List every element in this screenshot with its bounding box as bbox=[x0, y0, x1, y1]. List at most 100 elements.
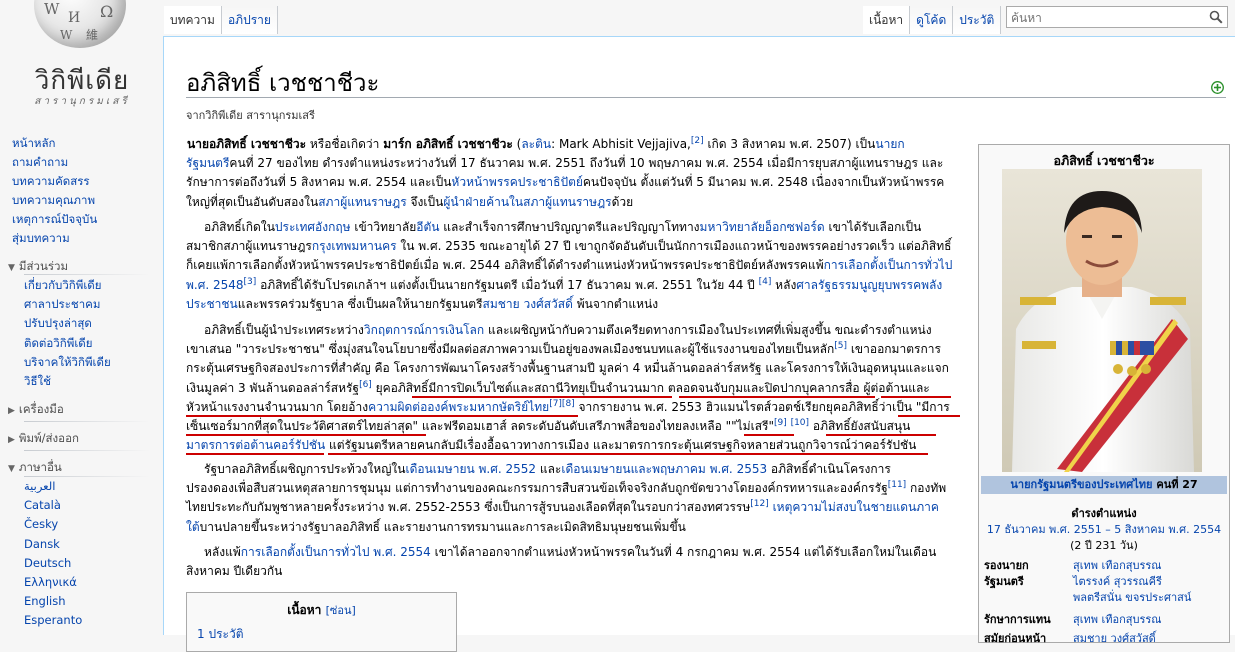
globe-glyph: W bbox=[60, 28, 73, 42]
annotation-underline bbox=[328, 453, 928, 456]
main-navigation: หน้าหลัก ถามคำถาม บทความคัดสรร บทความคุณ… bbox=[12, 134, 97, 248]
search-box bbox=[1006, 6, 1228, 28]
link-election-2548[interactable]: พ.ศ. 2548 bbox=[186, 278, 244, 292]
nav-random-article[interactable]: สุ่มบทความ bbox=[12, 229, 97, 248]
link-lese-majeste[interactable]: ความผิดต่อองค์พระมหากษัตริย์ไทย bbox=[368, 400, 549, 414]
chevron-right-icon: ▶ bbox=[8, 435, 15, 445]
chevron-down-icon: ▼ bbox=[8, 464, 15, 474]
deputy-link[interactable]: พลตรีสนั่น ขจรประศาสน์ bbox=[1073, 590, 1191, 606]
link-prime-minister[interactable]: นายก bbox=[875, 137, 904, 151]
text: อภิสิทธิ์ได้รับโปรดเกล้าฯ แต่งตั้งเป็นนา… bbox=[256, 277, 759, 292]
text: หัวหน้าแรงงานจำนวนมาก โดยอ้าง bbox=[186, 399, 369, 414]
nav-help[interactable]: วิธีใช้ bbox=[24, 372, 111, 391]
nav-contact[interactable]: ติดต่อวิกิพีเดีย bbox=[24, 334, 111, 353]
ref-6[interactable]: [6] bbox=[359, 380, 372, 390]
bold-birth-name: มาร์ก อภิสิทธิ์ เวชชาชีวะ bbox=[383, 137, 513, 151]
portal-languages-heading[interactable]: ▼ ภาษาอื่น bbox=[8, 459, 62, 477]
tab-talk[interactable]: อภิปราย bbox=[221, 6, 278, 34]
nav-main-page[interactable]: หน้าหลัก bbox=[12, 134, 97, 153]
link-somchai[interactable]: สมชาย วงศ์สวัสดิ์ bbox=[483, 297, 573, 311]
ref-12[interactable]: [12] bbox=[750, 499, 768, 509]
link-house[interactable]: สภาผู้แทนราษฎร bbox=[318, 195, 406, 209]
paragraph-election: หลังแพ้การเลือกตั้งเป็นการทั่วไป พ.ศ. 25… bbox=[186, 543, 964, 581]
portrait-illustration bbox=[1002, 169, 1202, 472]
portal-tools-label: เครื่องมือ bbox=[18, 402, 64, 416]
link-democrat-leader[interactable]: หัวหน้าพรรคประชาธิปัตย์ bbox=[451, 175, 582, 189]
text: : Mark Abhisit Vejjajiva, bbox=[551, 137, 691, 151]
nav-donate[interactable]: บริจาคให้วิกิพีเดีย bbox=[24, 353, 111, 372]
link-opposition-leader[interactable]: ผู้นำฝ่ายค้านในสภาผู้แทนราษฎร bbox=[443, 195, 611, 209]
text: เขาออกมาตรการ bbox=[847, 342, 941, 357]
deputy-link[interactable]: สุเทพ เทือกสุบรรณ bbox=[1073, 558, 1161, 574]
portrait-image[interactable] bbox=[1002, 169, 1202, 472]
wikipedia-logo[interactable]: W И 維 Ω W วิกิพีเดีย สารานุกรมเสรี bbox=[14, 0, 144, 108]
text: อภิสิทธิ์ดำเนินโครงการ bbox=[767, 462, 891, 476]
nav-good-articles[interactable]: บทความคุณภาพ bbox=[12, 191, 97, 210]
tab-article[interactable]: บทความ bbox=[164, 6, 222, 34]
lang-danish[interactable]: Dansk bbox=[24, 535, 82, 554]
link-south-insurgency[interactable]: เหตุความไม่สงบในชายแดนภาค bbox=[773, 500, 939, 514]
lang-arabic[interactable]: العربية bbox=[24, 477, 82, 496]
nav-about[interactable]: เกี่ยวกับวิกิพีเดีย bbox=[24, 276, 111, 295]
lang-czech[interactable]: Česky bbox=[24, 515, 82, 534]
nav-featured-articles[interactable]: บทความคัดสรร bbox=[12, 172, 97, 191]
link-anti-corruption[interactable]: มาตรการต่อต้านคอร์รัปชัน bbox=[186, 438, 325, 452]
ref-5[interactable]: [5] bbox=[834, 341, 847, 351]
link-general-election[interactable]: การเลือกตั้งเป็นการทั่วไป bbox=[824, 258, 953, 272]
toc-toggle-button[interactable]: [ซ่อน] bbox=[326, 604, 356, 617]
text: และสำเร็จการศึกษาปริญญาตรีและปริญญาโททาง bbox=[439, 220, 700, 234]
ref-11[interactable]: [11] bbox=[888, 480, 906, 490]
tab-read[interactable]: เนื้อหา bbox=[863, 6, 911, 34]
link-april-may-2010[interactable]: เดือนเมษายนและพฤษภาคม พ.ศ. 2553 bbox=[561, 462, 767, 476]
link-ppp-dissolution[interactable]: ศาลรัฐธรรมนูญยุบพรรคพลัง bbox=[796, 278, 942, 292]
link-april-2009[interactable]: เดือนเมษายน พ.ศ. 2552 bbox=[405, 462, 536, 476]
lang-english[interactable]: English bbox=[24, 592, 82, 611]
site-subtitle: จากวิกิพีเดีย สารานุกรมเสรี bbox=[186, 109, 315, 122]
link-oxford[interactable]: มหาวิทยาลัยอ็อกซฟอร์ด bbox=[700, 220, 825, 234]
lang-greek[interactable]: Ελληνικά bbox=[24, 573, 82, 592]
link-pm-of-thailand[interactable]: นายกรัฐมนตรีของประเทศไทย bbox=[1010, 478, 1152, 491]
ref-2[interactable]: [2] bbox=[691, 136, 704, 146]
nav-recent-changes[interactable]: ปรับปรุงล่าสุด bbox=[24, 314, 111, 333]
acting-label: รักษาการแทน bbox=[984, 613, 1051, 626]
ref-7-8[interactable]: [7][8] bbox=[549, 399, 575, 409]
link-prime-minister[interactable]: รัฐมนตรี bbox=[186, 156, 229, 170]
portal-print-heading[interactable]: ▶ พิมพ์/ส่งออก bbox=[8, 430, 79, 448]
lang-esperanto[interactable]: Esperanto bbox=[24, 611, 82, 630]
link-bangkok[interactable]: กรุงเทพมหานคร bbox=[312, 239, 397, 253]
acting-link[interactable]: สุเทพ เทือกสุบรรณ bbox=[1073, 612, 1161, 628]
text: รักษาการต่อถึงวันที่ 5 สิงหาคม พ.ศ. 2554… bbox=[186, 175, 452, 190]
search-icon[interactable] bbox=[1209, 10, 1223, 24]
divider bbox=[24, 450, 150, 451]
divider bbox=[24, 274, 150, 275]
link-england[interactable]: ประเทศอังกฤษ bbox=[275, 220, 351, 234]
nav-ask-question[interactable]: ถามคำถาม bbox=[12, 153, 97, 172]
link-ppp[interactable]: ประชาชน bbox=[186, 297, 238, 311]
link-election-2554[interactable]: การเลือกตั้งเป็นการทั่วไป พ.ศ. 2554 bbox=[241, 545, 431, 559]
add-coordinates-icon[interactable] bbox=[1211, 81, 1224, 94]
search-input[interactable] bbox=[1009, 8, 1203, 28]
link-south-insurgency[interactable]: ใต้ bbox=[186, 520, 200, 534]
portal-tools-heading[interactable]: ▶ เครื่องมือ bbox=[8, 401, 64, 419]
deputy-link[interactable]: ไตรรงค์ สุวรรณคีรี bbox=[1073, 574, 1162, 590]
link-latin[interactable]: ละติน bbox=[521, 137, 551, 151]
lang-catalan[interactable]: Català bbox=[24, 496, 82, 515]
participate-links: เกี่ยวกับวิกิพีเดีย ศาลาประชาคม ปรับปรุง… bbox=[24, 276, 111, 391]
text: ก็เคยแพ้การเลือกตั้งหัวหน้าพรรคประชาธิปั… bbox=[186, 258, 824, 273]
ref-3[interactable]: [3] bbox=[244, 277, 257, 287]
tab-history[interactable]: ประวัติ bbox=[953, 6, 1002, 34]
ref-4[interactable]: [4] bbox=[759, 277, 772, 287]
link-eton[interactable]: อีตัน bbox=[416, 220, 439, 234]
text: พ้นจากตำแหน่ง bbox=[572, 296, 659, 311]
predecessor-link[interactable]: สมชาย วงศ์สวัสดิ์ bbox=[1073, 631, 1156, 647]
ref-9[interactable]: [9] bbox=[774, 418, 787, 428]
tab-view-source[interactable]: ดูโค้ด bbox=[910, 6, 954, 34]
ref-10[interactable]: [10] bbox=[791, 418, 809, 428]
nav-current-events[interactable]: เหตุการณ์ปัจจุบัน bbox=[12, 210, 97, 229]
term-dates[interactable]: 17 ธันวาคม พ.ศ. 2551 – 5 สิงหาคม พ.ศ. 25… bbox=[979, 522, 1229, 538]
namespace-tabs: บทความ อภิปราย bbox=[164, 6, 278, 36]
text: เงินมูลค่า 3 พันล้านดอลล่าร์สหรัฐ bbox=[186, 380, 360, 395]
link-financial-crisis[interactable]: วิกฤตการณ์การเงินโลก bbox=[364, 323, 484, 337]
lang-german[interactable]: Deutsch bbox=[24, 554, 82, 573]
nav-community-portal[interactable]: ศาลาประชาคม bbox=[24, 295, 111, 314]
